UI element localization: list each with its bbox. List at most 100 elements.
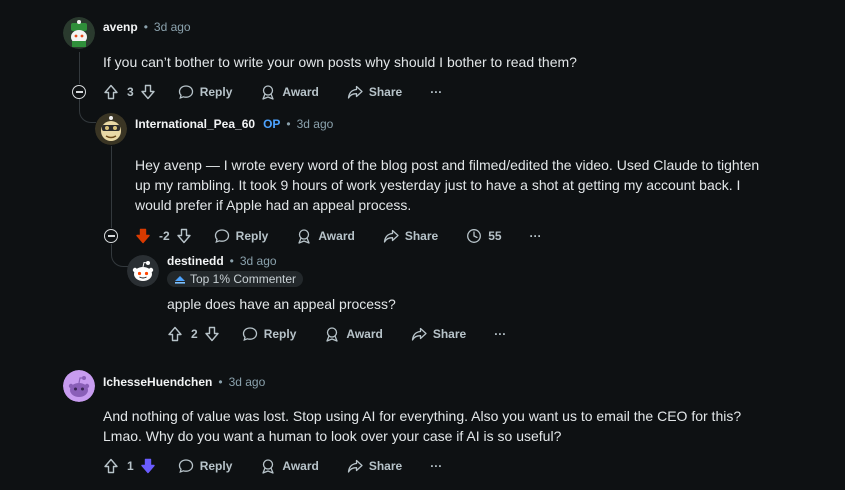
reply-button[interactable]: Reply: [214, 228, 269, 244]
comment-body-line: up my rambling. It took 9 hours of work …: [135, 177, 741, 193]
comment-body: If you can’t bother to write your own po…: [103, 54, 577, 70]
timestamp[interactable]: 3d ago: [297, 117, 334, 131]
upvote-button[interactable]: [167, 326, 183, 342]
username[interactable]: IchesseHuendchen: [103, 375, 212, 389]
comment-body-line: would prefer if Apple had an appeal proc…: [135, 197, 412, 213]
thread-elbow-1: [79, 98, 96, 123]
reply-button[interactable]: Reply: [178, 458, 233, 474]
award-button[interactable]: Award: [260, 84, 319, 100]
share-button[interactable]: Share: [347, 458, 402, 474]
award-button[interactable]: Award: [260, 458, 319, 474]
more-options-button[interactable]: ···: [494, 327, 506, 341]
vote-count: 3: [127, 85, 134, 99]
reply-label: Reply: [199, 459, 233, 473]
timestamp[interactable]: 3d ago: [229, 375, 266, 389]
more-options-button[interactable]: ···: [430, 85, 442, 99]
reply-icon: [242, 327, 257, 342]
avatar[interactable]: [63, 370, 95, 402]
vote-count: -2: [159, 229, 170, 243]
upvote-icon: [168, 326, 182, 342]
more-options-button[interactable]: ···: [530, 229, 542, 243]
timestamp[interactable]: 3d ago: [154, 20, 191, 34]
username[interactable]: avenp: [103, 20, 138, 34]
vote-count: 2: [191, 327, 198, 341]
downvote-icon: [176, 228, 191, 244]
more-options-button[interactable]: ···: [430, 459, 442, 473]
reply-label: Reply: [199, 85, 233, 99]
downvote-button[interactable]: [140, 84, 156, 100]
reply-icon: [214, 229, 229, 244]
collapse-icon[interactable]: [72, 85, 86, 99]
downvote-icon: [140, 84, 155, 100]
op-badge: OP: [263, 117, 281, 131]
reply-icon: [178, 459, 193, 474]
meta-separator: •: [286, 117, 291, 131]
username[interactable]: International_Pea_60: [135, 117, 255, 131]
downvote-button[interactable]: [140, 458, 156, 474]
upvote-icon: [104, 84, 118, 100]
reply-button[interactable]: Reply: [178, 84, 233, 100]
vote-count: 1: [127, 459, 134, 473]
downvote-button[interactable]: [176, 228, 192, 244]
award-label: Award: [346, 327, 383, 341]
award-label: Award: [282, 85, 319, 99]
share-icon: [411, 327, 427, 341]
upvote-button[interactable]: [135, 228, 151, 244]
thread-elbow-2: [111, 244, 128, 267]
meta-separator: •: [143, 20, 148, 34]
timestamp[interactable]: 3d ago: [240, 254, 277, 268]
upvote-icon: [104, 458, 118, 474]
reply-button[interactable]: Reply: [242, 326, 297, 342]
share-icon: [347, 85, 363, 99]
reply-label: Reply: [263, 327, 297, 341]
insights-count: 55: [488, 229, 502, 243]
collapse-icon[interactable]: [104, 229, 118, 243]
share-button[interactable]: Share: [411, 326, 466, 342]
username[interactable]: destinedd: [167, 254, 224, 268]
comment-body: apple does have an appeal process?: [167, 296, 396, 312]
upvote-icon: [136, 228, 150, 244]
avatar[interactable]: [95, 113, 127, 145]
share-icon: [347, 459, 363, 473]
top-commenter-icon: [175, 276, 185, 284]
award-button[interactable]: Award: [324, 326, 383, 342]
award-icon: [262, 459, 275, 474]
downvote-button[interactable]: [204, 326, 220, 342]
insights-icon: [467, 229, 482, 243]
award-icon: [298, 229, 311, 244]
comment-actions: 1 Reply Award Share ···: [103, 454, 442, 478]
insights-button[interactable]: 55: [466, 228, 502, 244]
thread-line-1[interactable]: [79, 52, 80, 84]
comment-body-line: And nothing of value was lost. Stop usin…: [103, 408, 742, 424]
thread-line-2[interactable]: [111, 146, 112, 228]
comment-body: Hey avenp — I wrote every word of the bl…: [135, 155, 815, 215]
avatar[interactable]: [63, 17, 95, 49]
avatar[interactable]: [127, 255, 159, 287]
downvote-icon: [140, 458, 155, 474]
share-icon: [383, 229, 399, 243]
upvote-button[interactable]: [103, 458, 119, 474]
award-label: Award: [282, 459, 319, 473]
award-button[interactable]: Award: [296, 228, 355, 244]
share-button[interactable]: Share: [383, 228, 438, 244]
award-icon: [326, 327, 339, 342]
reply-label: Reply: [235, 229, 269, 243]
meta-separator: •: [229, 254, 234, 268]
comment-body: And nothing of value was lost. Stop usin…: [103, 406, 823, 446]
award-label: Award: [318, 229, 355, 243]
flair-text: Top 1% Commenter: [190, 272, 297, 286]
share-button[interactable]: Share: [347, 84, 402, 100]
upvote-button[interactable]: [103, 84, 119, 100]
comment-actions: 3 Reply Award Share ···: [103, 80, 442, 104]
share-label: Share: [368, 459, 403, 473]
comment-body-line: Hey avenp — I wrote every word of the bl…: [135, 157, 760, 173]
share-label: Share: [404, 229, 439, 243]
share-label: Share: [432, 327, 467, 341]
comment-actions: 2 Reply Award Share ···: [167, 322, 506, 346]
downvote-icon: [204, 326, 219, 342]
comment-body-line: Lmao. Why do you want a human to look ov…: [103, 428, 562, 444]
meta-separator: •: [218, 375, 223, 389]
award-icon: [262, 85, 275, 100]
comment-actions: -2 Reply Award Share 55 ···: [135, 224, 542, 248]
user-flair: Top 1% Commenter: [167, 271, 304, 287]
